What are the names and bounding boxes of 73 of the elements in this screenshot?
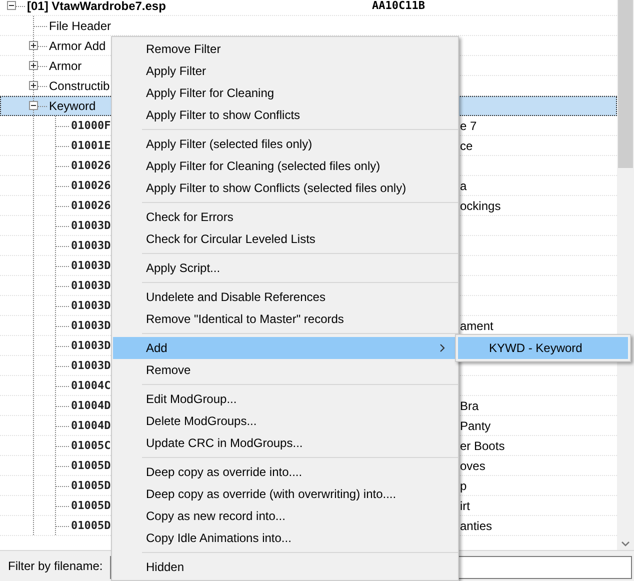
tree-item-value: ockings	[460, 198, 501, 212]
tree-item-label: 01000F	[71, 119, 111, 132]
chevron-right-icon	[440, 344, 445, 352]
menu-item[interactable]: Remove	[113, 359, 457, 381]
tree-item-value: AA10C11B	[371, 0, 425, 12]
scrollbar-thumb[interactable]	[618, 0, 633, 168]
tree-item-value: er Boots	[460, 438, 505, 452]
tree-item-label: Armor Add	[49, 38, 106, 52]
tree-item-label: 01005D	[71, 479, 111, 492]
tree-item-value: ament	[460, 318, 494, 332]
tree-item-label: Armor	[49, 58, 82, 72]
menu-item[interactable]: Deep copy as override into....	[113, 461, 457, 483]
minus-box-icon[interactable]	[7, 1, 16, 10]
menu-item[interactable]: Undelete and Disable References	[113, 286, 457, 308]
filter-label: Filter by filename:	[8, 559, 103, 573]
tree-item-label: 01003D	[71, 319, 111, 332]
tree-item-value: Panty	[460, 418, 491, 432]
tree-item-value: Bra	[460, 398, 479, 412]
menu-item[interactable]: Apply Filter (selected files only)	[113, 133, 457, 155]
tree-item-label: 01005C	[71, 439, 111, 452]
tree-item-label: 01004D	[71, 399, 111, 412]
tree-item-label: 01003D	[71, 279, 111, 292]
menu-item[interactable]: KYWD - Keyword	[458, 337, 628, 359]
tree-item-label: 010026	[71, 179, 111, 192]
menu-item[interactable]: Deep copy as override (with overwriting) into....	[113, 483, 457, 505]
tree-item-value: irt	[460, 498, 470, 512]
tree-item-label: Keyword	[49, 98, 96, 112]
tree-item-label: 01003D	[71, 299, 111, 312]
tree-item-value: oves	[460, 458, 486, 472]
menu-item[interactable]: Apply Filter for Cleaning (selected files only)	[113, 155, 457, 177]
tree-item-label: 01005D	[71, 519, 111, 532]
tree-item-label: 01004D	[71, 419, 111, 432]
tree-item-label: 01004C	[71, 379, 111, 392]
menu-item[interactable]: Copy as new record into...	[113, 505, 457, 527]
tree-item-value: p	[460, 478, 467, 492]
tree-row[interactable]: [01] VtawWardrobe7.esp AA10C11B	[0, 0, 617, 16]
menu-item[interactable]: Check for Errors	[113, 206, 457, 228]
tree-item-label: 010026	[71, 159, 111, 172]
tree-item-value: anties	[460, 518, 492, 532]
menu-item[interactable]: Edit ModGroup...	[113, 388, 457, 410]
menu-item[interactable]: Delete ModGroups...	[113, 410, 457, 432]
tree-item-label: 01003D	[71, 239, 111, 252]
tree-item-value: e 7	[460, 118, 477, 132]
menu-item[interactable]: Copy Idle Animations into...	[113, 527, 457, 549]
tree-item-label: 01003D	[71, 219, 111, 232]
menu-item[interactable]: Apply Filter to show Conflicts	[113, 104, 457, 126]
tree-item-label: Constructib	[49, 78, 110, 92]
tree-item-label: 01005D	[71, 459, 111, 472]
plus-box-icon[interactable]	[29, 61, 38, 70]
tree-item-value: ce	[460, 138, 473, 152]
menu-item[interactable]: Remove "Identical to Master" records	[113, 308, 457, 330]
plus-box-icon[interactable]	[29, 41, 38, 50]
tree-item-label: File Header	[49, 18, 112, 32]
menu-item[interactable]: Update CRC in ModGroups...	[113, 432, 457, 454]
menu-item[interactable]: Add	[113, 337, 457, 359]
menu-item[interactable]: Remove Filter	[113, 38, 457, 60]
tree-item-label: 01003D	[71, 339, 111, 352]
menu-item[interactable]: Check for Circular Leveled Lists	[113, 228, 457, 250]
tree-item-value: a	[460, 178, 467, 192]
menu-item[interactable]: Apply Filter	[113, 60, 457, 82]
plus-box-icon[interactable]	[29, 81, 38, 90]
tree-item-label: 01003D	[71, 359, 111, 372]
tree-item-label: [01] VtawWardrobe7.esp	[27, 0, 166, 12]
tree-item-label: 01005D	[71, 499, 111, 512]
tree-item-label: 010026	[71, 199, 111, 212]
tree-item-label: 01001E	[71, 139, 111, 152]
tree-item-label: 01003D	[71, 259, 111, 272]
menu-item[interactable]: Hidden	[113, 556, 457, 578]
menu-item[interactable]: Apply Filter for Cleaning	[113, 82, 457, 104]
chevron-down-icon	[621, 541, 630, 547]
menu-item[interactable]: Apply Filter to show Conflicts (selected files only)	[113, 177, 457, 199]
minus-box-icon[interactable]	[29, 101, 38, 110]
menu-item[interactable]: Apply Script...	[113, 257, 457, 279]
